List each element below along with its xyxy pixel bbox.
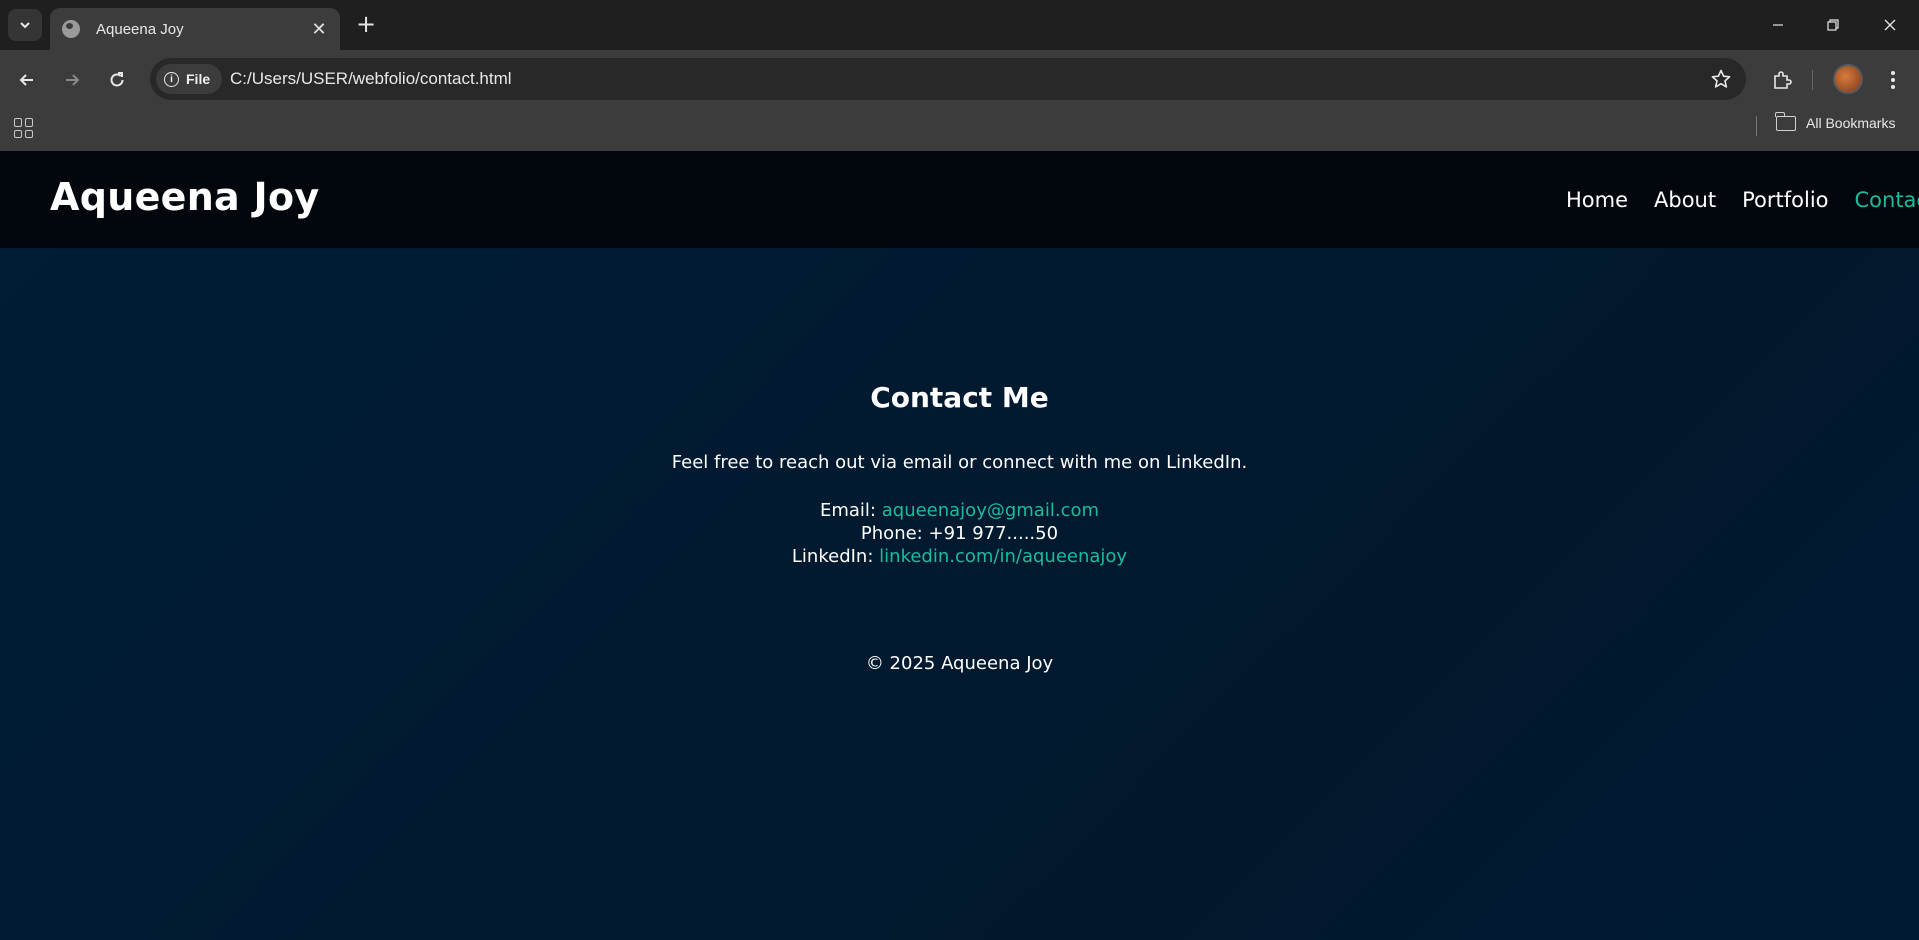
new-tab-button[interactable]: + bbox=[353, 10, 379, 38]
nav-portfolio-link[interactable]: Portfolio bbox=[1742, 188, 1828, 212]
contact-section: Contact Me Feel free to reach out via em… bbox=[0, 381, 1919, 568]
close-window-button[interactable] bbox=[1870, 8, 1910, 42]
page-viewport: Aqueena Joy Home About Portfolio Contact… bbox=[0, 151, 1919, 940]
bookmarks-divider bbox=[1756, 116, 1757, 136]
forward-arrow-icon bbox=[66, 74, 80, 86]
tab-search-button[interactable] bbox=[8, 9, 42, 41]
site-nav: Home About Portfolio Contact bbox=[1566, 188, 1919, 212]
nav-home-link[interactable]: Home bbox=[1566, 188, 1628, 212]
all-bookmarks-label: All Bookmarks bbox=[1806, 115, 1896, 131]
email-label: Email: bbox=[819, 500, 876, 521]
chip-label: File bbox=[186, 71, 211, 87]
phone-value: +91 977.....50 bbox=[928, 523, 1059, 544]
tab-title: Aqueena Joy bbox=[96, 20, 184, 38]
tab-strip: Aqueena Joy ✕ + bbox=[0, 0, 1919, 50]
address-bar[interactable]: i File C:/Users/USER/webfolio/contact.ht… bbox=[150, 58, 1746, 100]
phone-label: Phone: bbox=[860, 523, 923, 544]
site-info-chip[interactable]: i File bbox=[156, 64, 223, 94]
browser-toolbar: i File C:/Users/USER/webfolio/contact.ht… bbox=[0, 50, 1919, 110]
back-button[interactable] bbox=[10, 64, 44, 96]
extensions-button[interactable] bbox=[1765, 64, 1799, 96]
email-link[interactable]: aqueenajoy@gmail.com bbox=[882, 500, 1099, 521]
kebab-menu-icon bbox=[1891, 71, 1895, 89]
all-bookmarks-button[interactable]: All Bookmarks bbox=[1775, 111, 1896, 131]
site-logo[interactable]: Aqueena Joy bbox=[50, 175, 319, 219]
close-icon bbox=[1884, 19, 1896, 31]
linkedin-link[interactable]: linkedin.com/in/aqueenajoy bbox=[879, 546, 1127, 567]
close-tab-icon[interactable]: ✕ bbox=[308, 18, 330, 40]
phone-line: Phone: +91 977.....50 bbox=[0, 522, 1919, 545]
nav-about-link[interactable]: About bbox=[1654, 188, 1716, 212]
site-header: Aqueena Joy Home About Portfolio Contact bbox=[0, 151, 1919, 248]
linkedin-label: LinkedIn: bbox=[791, 546, 874, 567]
reload-button[interactable] bbox=[100, 64, 134, 96]
site-footer: © 2025 Aqueena Joy bbox=[865, 653, 1054, 674]
linkedin-line: LinkedIn: linkedin.com/in/aqueenajoy bbox=[0, 545, 1919, 568]
bookmark-star-icon[interactable] bbox=[1710, 68, 1732, 90]
restore-button[interactable] bbox=[1813, 8, 1853, 42]
reload-icon bbox=[110, 72, 124, 87]
profile-avatar[interactable] bbox=[1833, 64, 1863, 94]
restore-icon bbox=[1827, 19, 1839, 31]
folder-icon bbox=[1775, 111, 1796, 131]
minimize-button[interactable] bbox=[1758, 8, 1798, 42]
url-text[interactable]: C:/Users/USER/webfolio/contact.html bbox=[230, 69, 512, 89]
chevron-down-icon bbox=[20, 22, 30, 29]
back-arrow-icon bbox=[19, 74, 33, 86]
info-icon: i bbox=[164, 71, 179, 87]
toolbar-divider bbox=[1812, 70, 1813, 90]
bookmarks-bar: All Bookmarks bbox=[0, 110, 1919, 151]
contact-intro: Feel free to reach out via email or conn… bbox=[671, 452, 1248, 473]
email-line: Email: aqueenajoy@gmail.com bbox=[0, 499, 1919, 522]
forward-button[interactable] bbox=[55, 64, 89, 96]
browser-tab[interactable]: Aqueena Joy ✕ bbox=[50, 8, 340, 50]
globe-icon bbox=[62, 20, 80, 38]
menu-button[interactable] bbox=[1876, 64, 1910, 96]
contact-heading: Contact Me bbox=[870, 381, 1049, 414]
nav-contact-link[interactable]: Contact bbox=[1855, 188, 1919, 212]
minimize-icon bbox=[1773, 24, 1783, 26]
apps-grid-icon[interactable] bbox=[14, 118, 34, 138]
puzzle-icon bbox=[1774, 71, 1792, 89]
